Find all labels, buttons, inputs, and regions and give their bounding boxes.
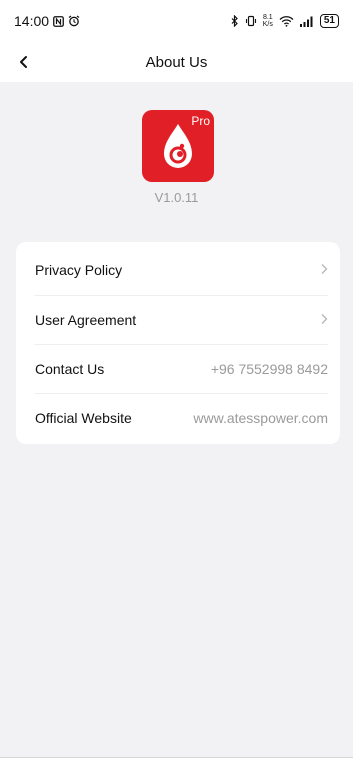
- contact-us-label: Contact Us: [35, 361, 105, 377]
- contact-phone-value: +96 7552998 8492: [210, 361, 328, 377]
- nfc-icon: [53, 15, 64, 27]
- official-website-row[interactable]: Official Website www.atesspower.com: [16, 393, 340, 443]
- battery-indicator: 51: [319, 14, 339, 28]
- app-header: About Us: [0, 42, 353, 82]
- contact-us-row[interactable]: Contact Us +96 7552998 8492: [16, 344, 340, 394]
- flame-logo-icon: [164, 124, 192, 168]
- net-speed: 8.1 K/s: [263, 14, 273, 28]
- back-button[interactable]: [12, 50, 36, 74]
- chevron-right-icon: [320, 262, 328, 278]
- user-agreement-row[interactable]: User Agreement: [16, 295, 340, 345]
- status-time: 14:00: [14, 13, 50, 29]
- net-speed-unit: K/s: [262, 21, 273, 28]
- privacy-policy-row[interactable]: Privacy Policy: [16, 245, 340, 295]
- user-agreement-label: User Agreement: [35, 312, 137, 328]
- vibrate-icon: [245, 15, 257, 27]
- status-right: 8.1 K/s 51: [231, 14, 339, 28]
- about-menu-card: Privacy Policy User Agreement Contact Us…: [16, 242, 340, 444]
- official-website-label: Official Website: [35, 410, 132, 426]
- status-bar: 14:00 8.1 K/s 51: [0, 0, 353, 42]
- wifi-icon: [279, 15, 294, 27]
- app-logo: Pro: [142, 110, 214, 182]
- page-title: About Us: [145, 53, 208, 71]
- chevron-left-icon: [20, 56, 27, 68]
- status-left: 14:00: [14, 13, 80, 29]
- website-url-value: www.atesspower.com: [193, 410, 328, 426]
- net-speed-value: 8.1: [262, 14, 273, 21]
- bluetooth-icon: [231, 15, 239, 27]
- signal-icon: [299, 16, 314, 27]
- alarm-icon: [68, 15, 80, 27]
- chevron-right-icon: [320, 312, 328, 328]
- app-version: V1.0.11: [154, 190, 199, 205]
- privacy-policy-label: Privacy Policy: [35, 262, 123, 278]
- main-content: Pro V1.0.11 Privacy Policy User Agreemen…: [0, 82, 353, 758]
